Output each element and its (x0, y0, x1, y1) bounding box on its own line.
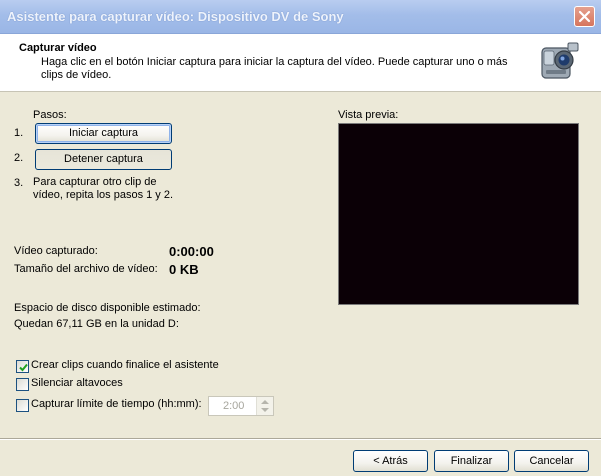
chevron-down-icon[interactable] (261, 408, 269, 412)
title-bar[interactable]: Asistente para capturar vídeo: Dispositi… (0, 0, 601, 34)
window-title: Asistente para capturar vídeo: Dispositi… (7, 9, 344, 24)
mute-speakers-label[interactable]: Silenciar altavoces (31, 377, 123, 389)
capture-wizard-window: Asistente para capturar vídeo: Dispositi… (0, 0, 601, 476)
page-description: Haga clic en el botón Iniciar captura pa… (41, 56, 508, 81)
step-3-instructions: Para capturar otro clip de vídeo, repita… (33, 176, 174, 201)
close-icon (578, 10, 591, 23)
back-button[interactable]: < Atrás (353, 450, 428, 472)
wizard-header: Capturar vídeo Haga clic en el botón Ini… (0, 34, 601, 92)
step-3-number: 3. (14, 177, 24, 189)
time-limit-label[interactable]: Capturar límite de tiempo (hh:mm): (31, 398, 202, 410)
steps-label: Pasos: (33, 109, 67, 121)
start-capture-button[interactable]: Iniciar captura (35, 123, 172, 144)
footer-divider (0, 438, 601, 440)
file-size-label: Tamaño del archivo de vídeo: (14, 263, 158, 275)
time-limit-stepper[interactable]: 2:00 (208, 396, 274, 416)
stop-capture-button[interactable]: Detener captura (35, 149, 172, 170)
checkmark-icon (19, 363, 28, 372)
video-preview (338, 123, 579, 305)
create-clips-label[interactable]: Crear clips cuando finalice el asistente (31, 359, 219, 371)
disk-space-label: Espacio de disco disponible estimado: (14, 302, 201, 314)
page-title: Capturar vídeo (19, 42, 97, 54)
cancel-button[interactable]: Cancelar (514, 450, 589, 472)
mute-speakers-checkbox[interactable] (16, 378, 29, 391)
chevron-up-icon[interactable] (261, 400, 269, 404)
time-limit-checkbox[interactable] (16, 399, 29, 412)
captured-video-value: 0:00:00 (169, 244, 214, 259)
finish-button[interactable]: Finalizar (434, 450, 509, 472)
file-size-value: 0 KB (169, 262, 199, 277)
create-clips-checkbox[interactable] (16, 360, 29, 373)
captured-video-label: Vídeo capturado: (14, 245, 98, 257)
step-2-number: 2. (14, 152, 24, 164)
preview-label: Vista previa: (338, 109, 399, 121)
stepper-buttons[interactable] (256, 397, 273, 415)
step-1-number: 1. (14, 127, 24, 139)
camcorder-icon (541, 42, 579, 79)
close-button[interactable] (574, 6, 595, 27)
disk-space-value: Quedan 67,11 GB en la unidad D: (14, 318, 179, 330)
time-limit-value: 2:00 (223, 400, 245, 412)
